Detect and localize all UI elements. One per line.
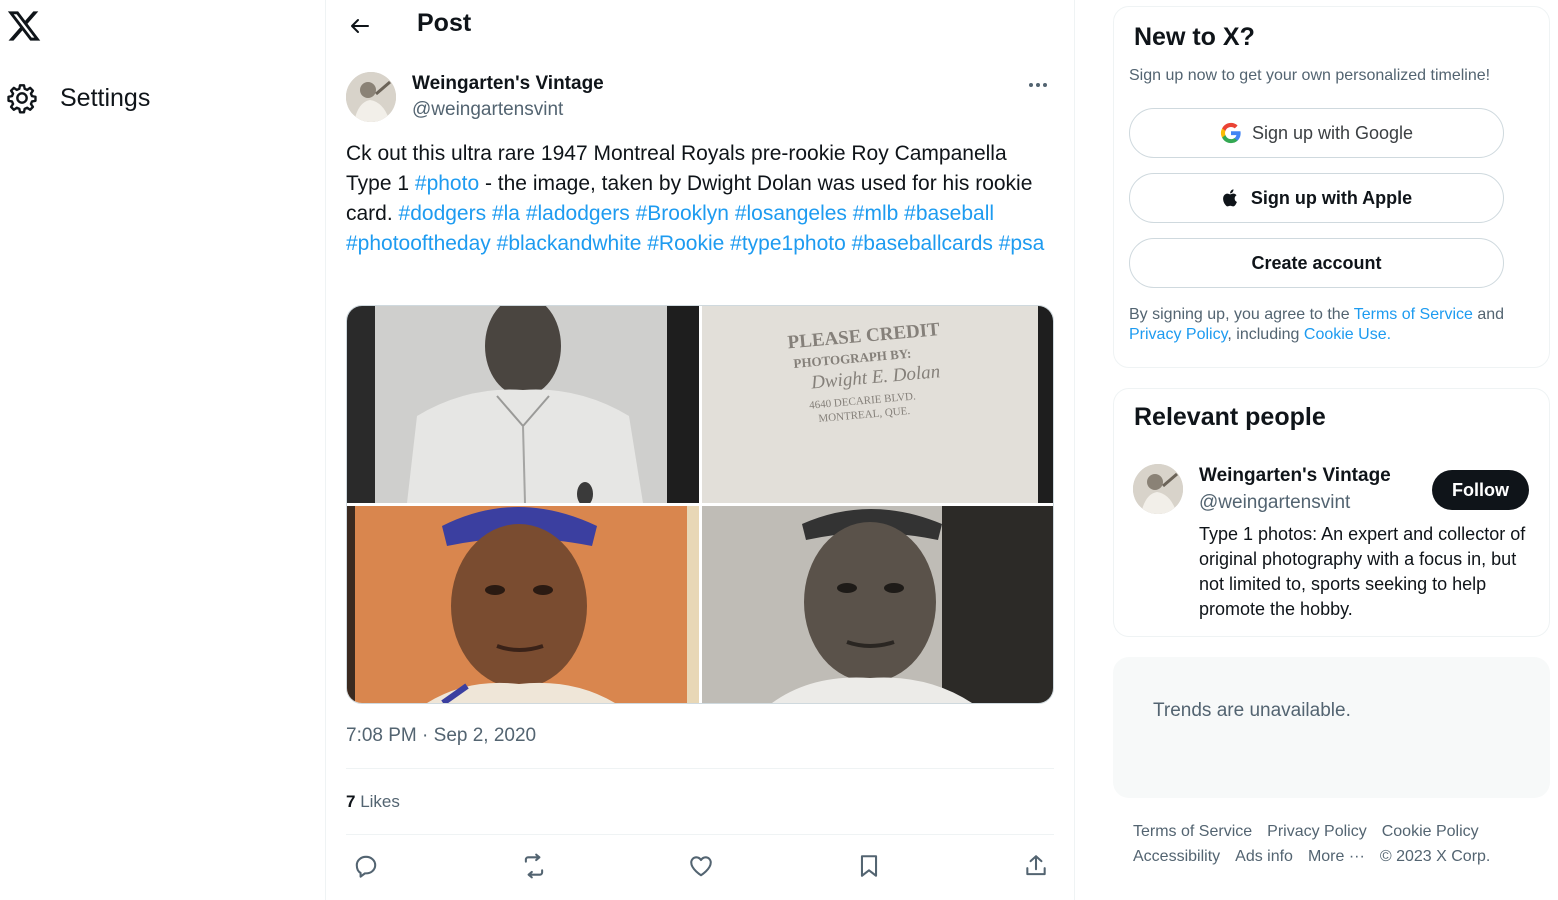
hashtag-link[interactable]: #mlb (853, 202, 899, 225)
hashtag-link[interactable]: #psa (999, 232, 1045, 255)
more-dot (1043, 83, 1047, 87)
hashtag-link[interactable]: #losangeles (735, 202, 847, 225)
hashtag-link[interactable]: #ladodgers (526, 202, 630, 225)
terms-of-service-link[interactable]: Terms of Service (1354, 306, 1473, 323)
trends-card: Trends are unavailable. (1113, 657, 1550, 798)
photo-4[interactable] (702, 506, 1053, 703)
hashtag-link[interactable]: #dodgers (399, 202, 487, 225)
cookie-use-link[interactable]: Cookie Use. (1304, 326, 1391, 343)
photo-3[interactable] (347, 506, 699, 703)
hashtag-link[interactable]: #photo (415, 172, 479, 195)
relevant-person-handle[interactable]: @weingartensvint (1199, 492, 1350, 514)
left-nav: Settings (0, 0, 325, 900)
more-dots-icon (1029, 83, 1033, 87)
footer-link[interactable]: More ··· (1308, 844, 1365, 869)
footer-link[interactable]: Privacy Policy (1267, 819, 1367, 844)
reply-icon (355, 855, 377, 878)
relevant-people-title: Relevant people (1134, 403, 1326, 431)
page-title: Post (417, 9, 472, 37)
post-media-grid: PLEASE CREDIT PHOTOGRAPH BY: Dwight E. D… (346, 305, 1054, 704)
create-account-button[interactable]: Create account (1129, 238, 1504, 288)
trends-unavailable-text: Trends are unavailable. (1153, 700, 1351, 721)
signup-apple-button[interactable]: Sign up with Apple (1129, 173, 1504, 223)
gear-icon (7, 84, 37, 114)
bookmark-button[interactable] (851, 848, 887, 884)
signup-google-button[interactable]: Sign up with Google (1129, 108, 1504, 158)
hashtag-link[interactable]: #type1photo (730, 232, 846, 255)
post-author: Weingarten's Vintage @weingartensvint (346, 72, 1056, 124)
hashtag-link[interactable]: #Rookie (647, 232, 724, 255)
bookmark-icon (860, 855, 878, 877)
post-timestamp[interactable]: 7:08 PM · Sep 2, 2020 (346, 725, 536, 747)
footer-row: Terms of Service Privacy Policy Cookie Pol… (1133, 819, 1543, 844)
divider (346, 834, 1054, 835)
footer-link: © 2023 X Corp. (1379, 848, 1491, 865)
hashtag-link[interactable]: #la (492, 202, 520, 225)
signup-card: New to X? Sign up now to get your own pe… (1113, 6, 1550, 368)
heart-icon (690, 856, 712, 877)
more-options-button[interactable] (1020, 72, 1056, 98)
signup-card-subtitle: Sign up now to get your own personalized… (1129, 67, 1491, 84)
nav-settings-label: Settings (60, 83, 151, 112)
hashtag-link[interactable]: #baseball (904, 202, 994, 225)
terms-text: , including (1227, 326, 1304, 343)
relevant-person-name[interactable]: Weingarten's Vintage (1199, 465, 1391, 487)
relevant-people-card: Relevant people Weingarten's Vintage @we… (1113, 388, 1550, 637)
terms-text: and (1472, 306, 1505, 323)
signup-google-label: Sign up with Google (1251, 122, 1414, 143)
footer-links: Terms of Service Privacy Policy Cookie Pol… (1133, 819, 1543, 869)
signup-card-title: New to X? (1134, 23, 1255, 51)
hashtag-link[interactable]: #blackandwhite (497, 232, 642, 255)
follow-button[interactable]: Follow (1432, 470, 1529, 510)
terms-text: By signing up, you agree to the (1129, 306, 1354, 323)
post-text: Ck out this ultra rare 1947 Montreal Roy… (346, 139, 1046, 259)
signup-terms: By signing up, you agree to the Terms of… (1129, 305, 1529, 345)
footer-link[interactable]: Accessibility (1133, 844, 1220, 869)
divider (346, 768, 1054, 769)
share-button[interactable] (1018, 848, 1054, 884)
arrow-left-icon (351, 19, 369, 33)
nav-item-settings[interactable]: Settings (6, 82, 150, 114)
likes-label: Likes (355, 792, 400, 811)
apple-icon (1222, 189, 1237, 207)
reply-button[interactable] (348, 848, 384, 884)
create-account-label: Create account (1251, 252, 1382, 273)
hashtag-link[interactable]: #baseballcards (852, 232, 993, 255)
repost-button[interactable] (516, 848, 552, 884)
signup-apple-label: Sign up with Apple (1250, 187, 1413, 208)
post-header: Post (326, 0, 1074, 50)
like-button[interactable] (683, 848, 719, 884)
author-handle[interactable]: @weingartensvint (412, 99, 563, 121)
hashtag-link[interactable]: #photooftheday (346, 232, 491, 255)
post-actions (346, 848, 1054, 884)
back-button[interactable] (344, 10, 376, 42)
privacy-policy-link[interactable]: Privacy Policy (1129, 326, 1227, 343)
author-avatar[interactable] (346, 72, 396, 122)
hashtag-link[interactable]: #Brooklyn (636, 202, 729, 225)
photo-2[interactable]: PLEASE CREDIT PHOTOGRAPH BY: Dwight E. D… (702, 306, 1053, 503)
author-name[interactable]: Weingarten's Vintage (412, 73, 604, 95)
more-dot (1036, 83, 1040, 87)
footer-link[interactable]: Terms of Service (1133, 819, 1252, 844)
relevant-person-bio: Type 1 photos: An expert and collector o… (1199, 524, 1526, 619)
repost-icon (524, 853, 544, 879)
relevant-person-avatar[interactable] (1133, 464, 1183, 514)
x-logo-icon[interactable] (6, 8, 42, 44)
footer-link[interactable]: Ads info (1235, 844, 1293, 869)
footer-row: Accessibility Ads info More ··· © 2023 X Co… (1133, 844, 1543, 869)
right-sidebar: New to X? Sign up now to get your own pe… (1113, 0, 1550, 900)
share-icon (1026, 855, 1046, 876)
likes-count[interactable]: 7 Likes (346, 792, 400, 812)
footer-link[interactable]: Cookie Policy (1382, 819, 1479, 844)
google-icon (1220, 122, 1241, 144)
main-column: Post Weingarten's Vintage @weingartensvi… (325, 0, 1075, 900)
photo-1[interactable] (347, 306, 699, 503)
